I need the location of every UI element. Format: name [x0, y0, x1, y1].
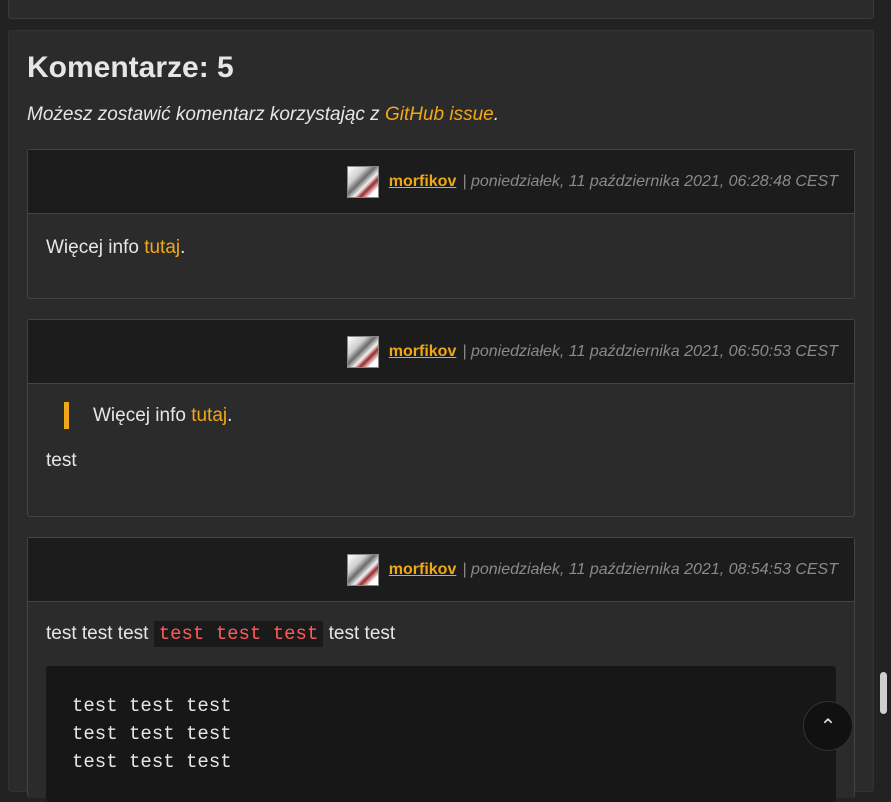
avatar[interactable] [346, 335, 379, 368]
comment-header: morfikov | poniedziałek, 11 października… [28, 320, 854, 384]
comment-text-suffix: . [180, 237, 186, 258]
back-to-top-button[interactable]: ⌃ [803, 701, 853, 751]
comment-body: Więcej info tutaj. [28, 238, 854, 257]
github-issue-link[interactable]: GitHub issue [385, 104, 494, 125]
comment-text: test test test test test test test test [46, 621, 836, 647]
comment-header: morfikov | poniedziałek, 11 października… [28, 538, 854, 602]
comment-text-suffix: test test [323, 623, 396, 644]
comment-3: morfikov | poniedziałek, 11 października… [27, 537, 855, 802]
code-block: test test test test test test test test … [46, 666, 836, 802]
comment-text: Więcej info tutaj. [46, 238, 836, 257]
comment-2: morfikov | poniedziałek, 11 października… [27, 319, 855, 517]
blockquote: Więcej info tutaj. [64, 402, 836, 429]
comment-body: test test test test test test test test … [28, 621, 854, 802]
inline-code: test test test [153, 621, 324, 647]
comments-section: Komentarze: 5 Możesz zostawić komentarz … [8, 30, 874, 802]
quote-text-suffix: . [227, 405, 233, 426]
comment-author[interactable]: morfikov [389, 561, 457, 579]
comment-text-prefix: Więcej info [46, 237, 145, 258]
comment-meta: | poniedziałek, 11 października 2021, 08… [462, 560, 838, 578]
comment-1: morfikov | poniedziałek, 11 października… [27, 149, 855, 299]
intro-suffix: . [493, 104, 500, 125]
quote-text-prefix: Więcej info [93, 405, 192, 426]
chevron-up-icon: ⌃ [819, 715, 837, 738]
quote-link[interactable]: tutaj [191, 405, 227, 426]
avatar[interactable] [346, 165, 379, 198]
comment-meta: | poniedziałek, 11 października 2021, 06… [462, 342, 838, 360]
comments-title: Komentarze: 5 [27, 51, 234, 84]
intro-text: Możesz zostawić komentarz korzystając z [27, 104, 385, 125]
avatar[interactable] [346, 553, 379, 586]
scrollbar-thumb[interactable] [880, 672, 887, 714]
comment-meta: | poniedziałek, 11 października 2021, 06… [462, 172, 838, 190]
comment-text-prefix: test test test [46, 623, 154, 644]
comment-author[interactable]: morfikov [389, 173, 457, 191]
comment-header: morfikov | poniedziałek, 11 października… [28, 150, 854, 214]
previous-card [8, 0, 874, 19]
comment-text: test [46, 450, 77, 471]
comments-intro: Możesz zostawić komentarz korzystając z … [27, 104, 499, 126]
comment-author[interactable]: morfikov [389, 343, 457, 361]
comment-link[interactable]: tutaj [144, 237, 180, 258]
comment-body: Więcej info tutaj. test [28, 402, 854, 470]
